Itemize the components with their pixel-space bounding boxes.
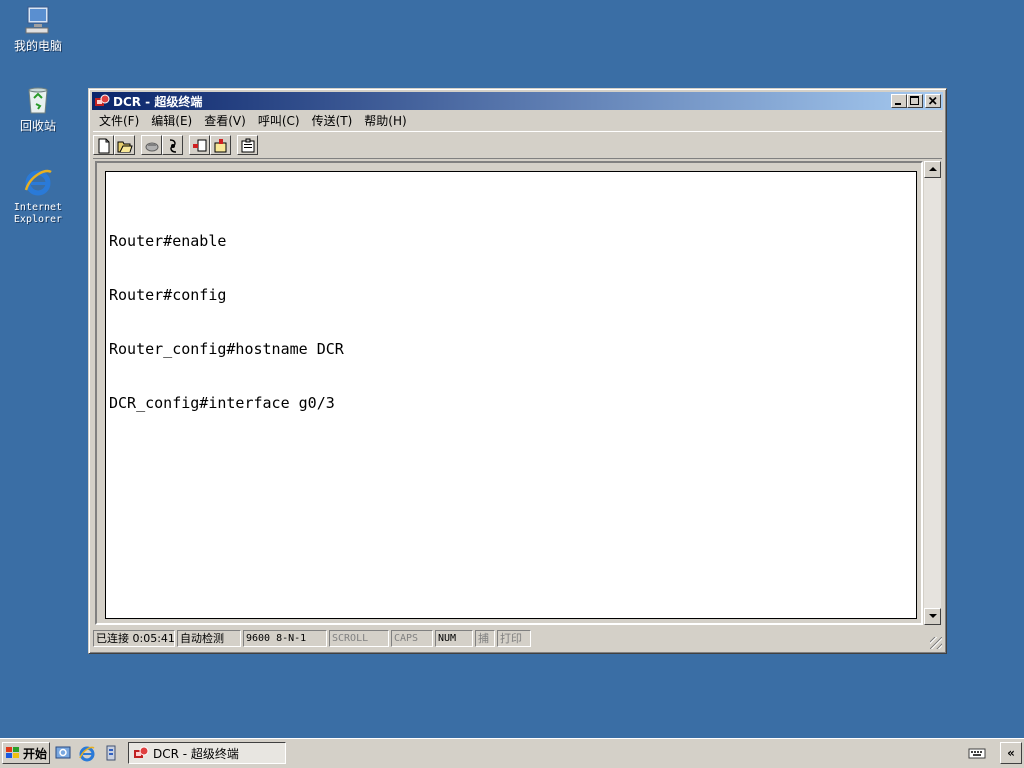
hyperterminal-app-icon bbox=[94, 94, 110, 108]
scroll-down-button[interactable] bbox=[924, 608, 941, 625]
new-connection-button[interactable] bbox=[93, 135, 114, 155]
properties-button[interactable] bbox=[237, 135, 258, 155]
arrow-up-icon bbox=[929, 167, 937, 171]
phone-icon bbox=[145, 142, 159, 152]
toolbar bbox=[93, 131, 942, 159]
taskbar-item-label: DCR - 超级终端 bbox=[153, 746, 239, 761]
send-file-icon bbox=[193, 139, 207, 152]
desktop-icon-label: 回收站 bbox=[19, 119, 56, 133]
hyperterminal-window: DCR - 超级终端 文件(F) 编辑(E) 查看(V) 呼叫(C) 传送(T)… bbox=[88, 88, 947, 654]
desktop-icon-my-computer[interactable]: 我的电脑 bbox=[0, 4, 76, 53]
recycle-bin-icon bbox=[22, 84, 54, 116]
status-caps: CAPS bbox=[391, 630, 433, 647]
status-bar: 已连接 0:05:41 自动检测 9600 8-N-1 SCROLL CAPS … bbox=[93, 630, 942, 649]
desktop-icon-label: Internet Explorer bbox=[13, 202, 63, 225]
terminal-output: Router#enable Router#config Router_confi… bbox=[109, 196, 344, 448]
menu-transfer[interactable]: 传送(T) bbox=[306, 112, 359, 129]
start-button[interactable]: 开始 bbox=[2, 742, 50, 764]
close-button[interactable] bbox=[925, 94, 941, 108]
show-desktop-icon[interactable] bbox=[54, 744, 72, 762]
terminal-line: Router#config bbox=[109, 286, 227, 304]
tray-expand-button[interactable]: « bbox=[1000, 742, 1022, 764]
arrow-down-icon bbox=[929, 614, 937, 618]
scroll-up-button[interactable] bbox=[924, 161, 941, 178]
vertical-scrollbar[interactable] bbox=[924, 161, 941, 625]
menu-view[interactable]: 查看(V) bbox=[198, 112, 252, 129]
desktop-icon-internet-explorer[interactable]: Internet Explorer bbox=[0, 166, 76, 226]
server-manager-icon[interactable] bbox=[102, 744, 120, 762]
terminal-line: Router#enable bbox=[109, 232, 227, 250]
status-scroll: SCROLL bbox=[329, 630, 389, 647]
desktop-icon-recycle-bin[interactable]: 回收站 bbox=[0, 84, 76, 133]
keyboard-icon[interactable] bbox=[968, 746, 986, 760]
open-folder-icon bbox=[117, 141, 133, 153]
window-title: DCR - 超级终端 bbox=[113, 94, 203, 109]
status-num: NUM bbox=[435, 630, 473, 647]
internet-explorer-icon bbox=[22, 166, 54, 198]
taskbar-item-hyperterminal[interactable]: DCR - 超级终端 bbox=[128, 742, 286, 764]
internet-explorer-icon[interactable] bbox=[78, 744, 96, 762]
status-connection: 已连接 0:05:41 bbox=[93, 630, 175, 647]
status-baud: 9600 8-N-1 bbox=[243, 630, 327, 647]
desktop-icon-label: 我的电脑 bbox=[13, 39, 62, 53]
my-computer-icon bbox=[22, 4, 54, 36]
status-print: 打印 bbox=[497, 630, 531, 647]
hyperterminal-app-icon bbox=[133, 746, 149, 760]
windows-flag-icon bbox=[5, 746, 21, 760]
resize-grip[interactable] bbox=[930, 637, 942, 649]
terminal-screen[interactable]: Router#enable Router#config Router_confi… bbox=[105, 171, 917, 619]
close-icon bbox=[928, 96, 937, 105]
start-label: 开始 bbox=[23, 746, 48, 761]
new-file-icon bbox=[98, 138, 110, 154]
menu-call[interactable]: 呼叫(C) bbox=[252, 112, 306, 129]
properties-icon bbox=[241, 138, 255, 153]
maximize-button[interactable] bbox=[907, 94, 923, 108]
open-button[interactable] bbox=[114, 135, 135, 155]
terminal-frame: Router#enable Router#config Router_confi… bbox=[95, 161, 923, 625]
status-detect: 自动检测 bbox=[177, 630, 241, 647]
minimize-icon bbox=[895, 103, 901, 105]
menu-bar: 文件(F) 编辑(E) 查看(V) 呼叫(C) 传送(T) 帮助(H) bbox=[93, 111, 942, 130]
menu-file[interactable]: 文件(F) bbox=[93, 112, 145, 129]
window-titlebar[interactable]: DCR - 超级终端 bbox=[92, 92, 943, 110]
send-button[interactable] bbox=[189, 135, 210, 155]
maximize-icon bbox=[910, 96, 919, 105]
status-capture: 捕 bbox=[475, 630, 495, 647]
menu-help[interactable]: 帮助(H) bbox=[358, 112, 412, 129]
call-button[interactable] bbox=[141, 135, 162, 155]
quick-launch bbox=[54, 744, 120, 762]
receive-file-icon bbox=[214, 139, 227, 153]
menu-edit[interactable]: 编辑(E) bbox=[145, 112, 198, 129]
receive-button[interactable] bbox=[210, 135, 231, 155]
minimize-button[interactable] bbox=[891, 94, 907, 108]
taskbar: 开始 DCR - 超级终端 « bbox=[0, 738, 1024, 768]
terminal-line: Router_config#hostname DCR bbox=[109, 340, 344, 358]
disconnect-phone-icon bbox=[169, 139, 177, 153]
terminal-line: DCR_config#interface g0/3 bbox=[109, 394, 335, 412]
disconnect-button[interactable] bbox=[162, 135, 183, 155]
